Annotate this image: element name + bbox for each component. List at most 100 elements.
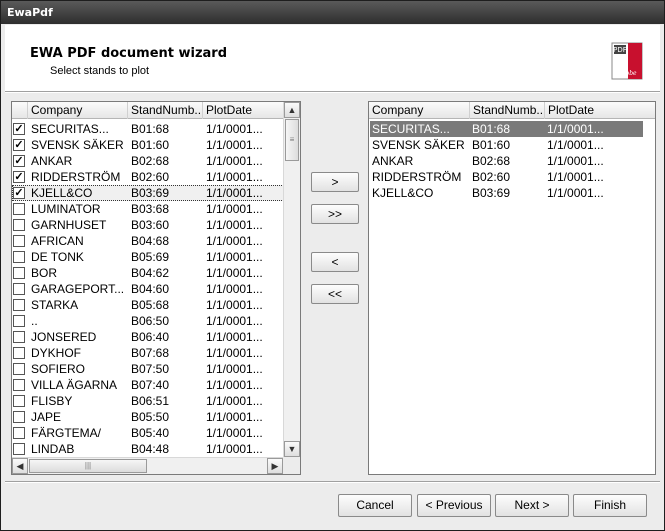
cell-stand: B01:60 bbox=[131, 138, 170, 152]
right-grid-header: Company StandNumb... PlotDate bbox=[369, 102, 655, 119]
cell-company: RIDDERSTRÖM bbox=[31, 170, 121, 184]
table-row[interactable]: LINDAB B04:48 1/1/0001... bbox=[12, 441, 284, 457]
row-checkbox[interactable] bbox=[13, 331, 25, 343]
table-row[interactable]: RIDDERSTRÖM B02:60 1/1/0001... bbox=[370, 169, 643, 185]
table-row[interactable]: KJELL&CO B03:69 1/1/0001... bbox=[370, 185, 643, 201]
cell-date: 1/1/0001... bbox=[206, 282, 263, 296]
table-row[interactable]: AFRICAN B04:68 1/1/0001... bbox=[12, 233, 284, 249]
row-checkbox[interactable] bbox=[13, 315, 25, 327]
table-row[interactable]: FÄRGTEMA/B05:40 1/1/0001... bbox=[12, 425, 284, 441]
cell-stand: B05:69 bbox=[131, 250, 170, 264]
window-title-bar[interactable]: EwaPdf bbox=[1, 1, 664, 24]
left-horizontal-scrollbar[interactable]: ◀ ||| ▶ bbox=[12, 457, 283, 474]
table-row[interactable]: JAPE B05:50 1/1/0001... bbox=[12, 409, 284, 425]
table-row[interactable]: BOR B04:62 1/1/0001... bbox=[12, 265, 284, 281]
left-vertical-scrollbar[interactable]: ▲ ≡ ▼ bbox=[283, 102, 300, 457]
table-row[interactable]: GARNHUSET B03:60 1/1/0001... bbox=[12, 217, 284, 233]
row-checkbox[interactable]: ✓ bbox=[13, 155, 25, 167]
selected-stands-grid[interactable]: Company StandNumb... PlotDate SECURITAS.… bbox=[368, 101, 656, 475]
remove-selected-button[interactable]: < bbox=[311, 252, 359, 272]
table-row[interactable]: LUMINATOR B03:68 1/1/0001... bbox=[12, 201, 284, 217]
row-checkbox[interactable] bbox=[13, 299, 25, 311]
cell-date: 1/1/0001... bbox=[547, 154, 604, 168]
cell-date: 1/1/0001... bbox=[206, 346, 263, 360]
horizontal-scroll-thumb[interactable]: ||| bbox=[29, 459, 147, 473]
column-header-plotdate[interactable]: PlotDate bbox=[545, 102, 655, 119]
scrollbar-corner bbox=[283, 457, 300, 474]
add-selected-button[interactable]: > bbox=[311, 172, 359, 192]
next-button[interactable]: Next > bbox=[495, 494, 569, 517]
table-row[interactable]: ✓ SECURITAS... B01:68 1/1/0001... bbox=[12, 121, 284, 137]
table-row[interactable]: SOFIERO B07:50 1/1/0001... bbox=[12, 361, 284, 377]
finish-button[interactable]: Finish bbox=[573, 494, 647, 517]
cell-date: 1/1/0001... bbox=[206, 394, 263, 408]
header-divider bbox=[5, 91, 660, 93]
column-header-plotdate[interactable]: PlotDate bbox=[203, 102, 293, 119]
row-checkbox[interactable] bbox=[13, 427, 25, 439]
cell-date: 1/1/0001... bbox=[206, 250, 263, 264]
row-checkbox[interactable]: ✓ bbox=[13, 171, 25, 183]
scroll-up-icon[interactable]: ▲ bbox=[284, 102, 300, 118]
table-row[interactable]: ✓ KJELL&CO B03:69 1/1/0001... bbox=[12, 185, 284, 201]
column-header-company[interactable]: Company bbox=[369, 102, 470, 119]
row-checkbox[interactable] bbox=[13, 235, 25, 247]
cell-stand: B04:48 bbox=[131, 442, 170, 456]
row-checkbox[interactable] bbox=[13, 251, 25, 263]
cell-company: LUMINATOR bbox=[31, 202, 101, 216]
column-header-company[interactable]: Company bbox=[28, 102, 128, 119]
table-row[interactable]: DYKHOF B07:68 1/1/0001... bbox=[12, 345, 284, 361]
footer-divider bbox=[5, 481, 660, 483]
row-checkbox[interactable] bbox=[13, 347, 25, 359]
available-stands-grid[interactable]: Company StandNumb... PlotDate ✓ SECURITA… bbox=[11, 101, 301, 475]
row-checkbox[interactable]: ✓ bbox=[13, 139, 25, 151]
wizard-window: EwaPdf EWA PDF document wizard Select st… bbox=[0, 0, 665, 531]
cancel-button[interactable]: Cancel bbox=[338, 494, 412, 517]
cell-date: 1/1/0001... bbox=[206, 154, 263, 168]
scroll-down-icon[interactable]: ▼ bbox=[284, 441, 300, 457]
row-checkbox[interactable] bbox=[13, 203, 25, 215]
add-all-button[interactable]: >> bbox=[311, 204, 359, 224]
wizard-subtitle: Select stands to plot bbox=[50, 65, 150, 77]
table-row[interactable]: ✓ RIDDERSTRÖM B02:60 1/1/0001... bbox=[12, 169, 284, 185]
table-row[interactable]: GARAGEPORT... B04:60 1/1/0001... bbox=[12, 281, 284, 297]
cell-company: .. bbox=[31, 314, 38, 328]
row-checkbox[interactable] bbox=[13, 219, 25, 231]
row-checkbox[interactable] bbox=[13, 411, 25, 423]
previous-button[interactable]: < Previous bbox=[417, 494, 491, 517]
table-row[interactable]: SVENSK SÄKER B01:60 1/1/0001... bbox=[370, 137, 643, 153]
cell-stand: B07:50 bbox=[131, 362, 170, 376]
table-row[interactable]: .. B06:50 1/1/0001... bbox=[12, 313, 284, 329]
column-header-standnumber[interactable]: StandNumb... bbox=[128, 102, 203, 119]
svg-text:PDF: PDF bbox=[613, 46, 627, 54]
scroll-right-icon[interactable]: ▶ bbox=[267, 458, 283, 474]
scroll-left-icon[interactable]: ◀ bbox=[12, 458, 28, 474]
row-checkbox[interactable] bbox=[13, 443, 25, 455]
row-checkbox[interactable] bbox=[13, 363, 25, 375]
row-checkbox[interactable] bbox=[13, 395, 25, 407]
cell-date: 1/1/0001... bbox=[206, 442, 263, 456]
row-checkbox[interactable] bbox=[13, 267, 25, 279]
cell-company: JAPE bbox=[31, 410, 62, 424]
table-row[interactable]: ✓ SVENSK SÄKER B01:60 1/1/0001... bbox=[12, 137, 284, 153]
table-row[interactable]: DE TONK B05:69 1/1/0001... bbox=[12, 249, 284, 265]
table-row[interactable]: FLISBY B06:51 1/1/0001... bbox=[12, 393, 284, 409]
cell-stand: B06:51 bbox=[131, 394, 170, 408]
cell-date: 1/1/0001... bbox=[206, 186, 263, 200]
vertical-scroll-thumb[interactable]: ≡ bbox=[285, 119, 299, 161]
remove-all-button[interactable]: << bbox=[311, 284, 359, 304]
row-checkbox[interactable] bbox=[13, 379, 25, 391]
table-row[interactable]: VILLA ÄGARNA B07:40 1/1/0001... bbox=[12, 377, 284, 393]
row-checkbox[interactable] bbox=[13, 283, 25, 295]
table-row[interactable]: SECURITAS... B01:68 1/1/0001... bbox=[370, 121, 643, 137]
cell-stand: B01:68 bbox=[131, 122, 170, 136]
row-checkbox[interactable]: ✓ bbox=[13, 123, 25, 135]
table-row[interactable]: JONSERED B06:40 1/1/0001... bbox=[12, 329, 284, 345]
table-row[interactable]: ANKAR B02:68 1/1/0001... bbox=[370, 153, 643, 169]
wizard-header: EWA PDF document wizard Select stands to… bbox=[5, 25, 660, 91]
table-row[interactable]: ✓ ANKAR B02:68 1/1/0001... bbox=[12, 153, 284, 169]
cell-company: SECURITAS... bbox=[372, 122, 450, 136]
row-checkbox[interactable]: ✓ bbox=[13, 187, 25, 199]
cell-stand: B02:68 bbox=[131, 154, 170, 168]
column-header-standnumber[interactable]: StandNumb... bbox=[470, 102, 545, 119]
table-row[interactable]: STARKA B05:68 1/1/0001... bbox=[12, 297, 284, 313]
